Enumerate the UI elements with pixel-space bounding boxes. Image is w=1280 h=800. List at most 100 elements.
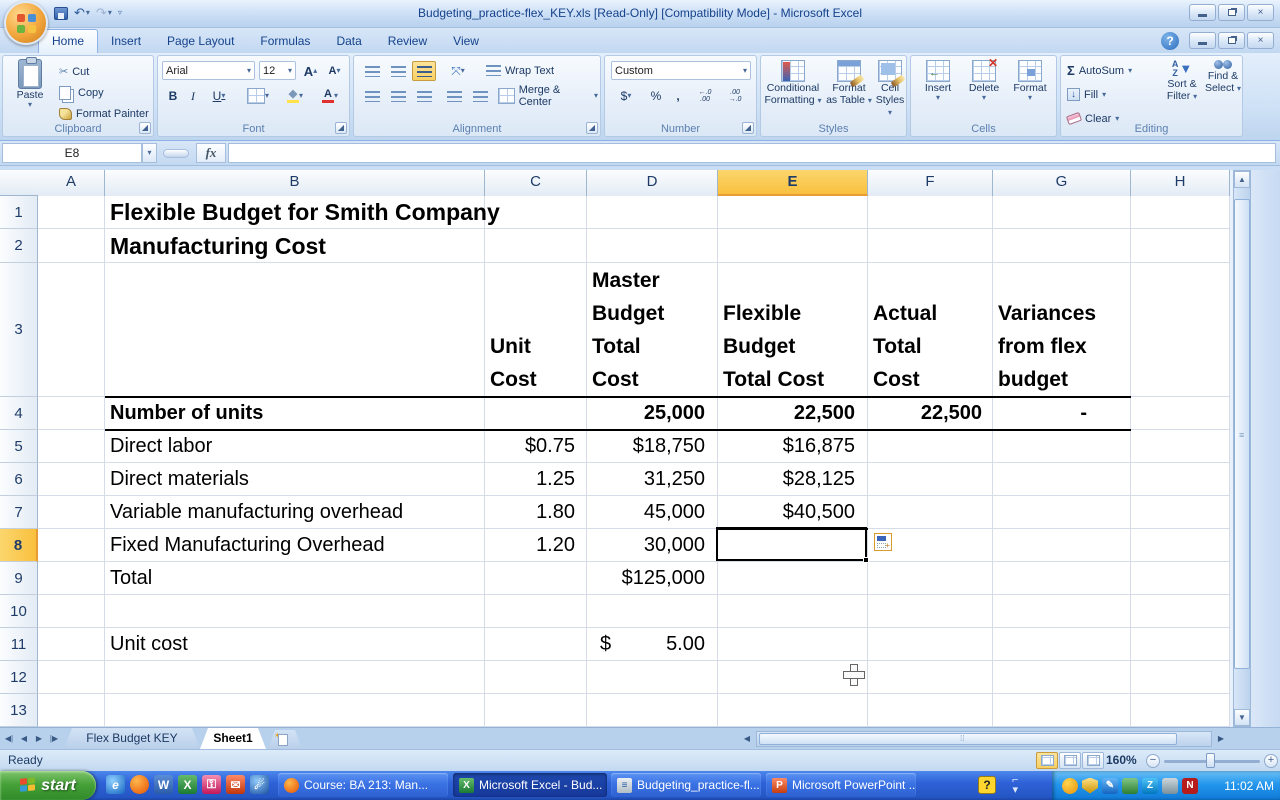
align-middle-button[interactable] [386,61,410,81]
tray-z-icon[interactable]: Z [1142,778,1158,794]
paste-options-smart-tag[interactable]: + [874,533,892,551]
word-icon[interactable]: W [154,775,173,794]
scroll-up-button[interactable]: ▲ [1234,171,1250,188]
cell-D7[interactable]: 45,000 [587,496,718,529]
row-header-5[interactable]: 5 [0,430,38,463]
col-header-D[interactable]: D [587,170,718,196]
cell-C8[interactable]: 1.20 [485,529,587,562]
row-header-10[interactable]: 10 [0,595,38,628]
row-header-13[interactable]: 13 [0,694,38,727]
cell-styles-button[interactable]: Cell Styles ▾ [873,60,907,118]
name-box-dropdown[interactable]: ▾ [142,143,157,163]
page-layout-view-button[interactable] [1059,752,1081,769]
workbook-restore-button[interactable] [1218,32,1245,49]
workbook-minimize-button[interactable] [1189,32,1216,49]
tab-page-layout[interactable]: Page Layout [154,30,247,53]
cell-C5[interactable]: $0.75 [485,430,587,463]
tab-data[interactable]: Data [323,30,374,53]
cell-B9[interactable]: Total [105,562,485,595]
hscroll-left-button[interactable]: ◀ [740,731,754,747]
vertical-scroll-thumb[interactable] [1234,199,1250,669]
bold-button[interactable]: B [164,86,182,106]
number-format-combo[interactable]: Custom▾ [611,61,751,80]
row-header-2[interactable]: 2 [0,229,38,263]
insert-worksheet-tab[interactable]: ✶ [268,730,302,749]
tray-clock-icon[interactable] [1062,778,1078,794]
wrap-text-button[interactable]: Wrap Text [484,61,556,80]
firefox-icon[interactable] [130,775,149,794]
percent-format-button[interactable]: % [645,86,667,106]
name-box[interactable]: E8 [2,143,142,163]
cell-B1[interactable]: Flexible Budget for Smith Company [105,196,485,229]
cell-C7[interactable]: 1.80 [485,496,587,529]
cell-E7[interactable]: $40,500 [718,496,868,529]
tray-volume-icon[interactable] [1162,778,1178,794]
tab-formulas[interactable]: Formulas [247,30,323,53]
cell-D4[interactable]: 25,000 [587,397,718,430]
sort-filter-button[interactable]: AZ ▼ Sort & Filter ▾ [1161,60,1203,102]
format-cells-button[interactable]: Format ▾ [1009,60,1051,102]
cell-D6[interactable]: 31,250 [587,463,718,496]
cell-F4[interactable]: 22,500 [868,397,993,430]
dialog-launcher-icon[interactable]: ◢ [742,122,754,134]
comma-format-button[interactable]: , [669,86,687,106]
cell-B11[interactable]: Unit cost [105,628,485,661]
align-right-button[interactable] [412,86,436,106]
dialog-launcher-icon[interactable]: ◢ [139,122,151,134]
help-icon[interactable]: ? [1161,32,1179,50]
row-header-12[interactable]: 12 [0,661,38,694]
zoom-in-button[interactable]: + [1264,754,1278,768]
decrease-font-button[interactable]: A▾ [323,61,346,81]
cell-E5[interactable]: $16,875 [718,430,868,463]
cell-C3[interactable]: UnitCost [485,263,587,397]
messenger-icon[interactable]: ☄ [250,775,269,794]
find-select-button[interactable]: Find & Select ▾ [1203,60,1243,94]
cell-E6[interactable]: $28,125 [718,463,868,496]
vertical-scrollbar[interactable]: ▲ ▼ [1233,170,1251,727]
excel-icon[interactable]: X [178,775,197,794]
keys-icon[interactable]: ⚿ [202,775,221,794]
italic-button[interactable]: I [184,86,202,106]
formula-input[interactable] [228,143,1276,163]
paste-button[interactable]: Paste ▾ [7,59,53,109]
tray-green-icon[interactable] [1122,778,1138,794]
internet-explorer-icon[interactable]: e [106,775,125,794]
help-tray-icon[interactable]: ? [978,776,996,794]
horizontal-scroll-thumb[interactable] [759,733,1177,745]
insert-function-button[interactable]: fx [196,143,226,163]
cell-D3[interactable]: MasterBudgetTotalCost [587,263,718,397]
sheet-tab-flex-budget-key[interactable]: Flex Budget KEY [64,728,200,749]
previous-sheet-button[interactable]: ◀ [17,731,31,747]
tray-n-icon[interactable]: N [1182,778,1198,794]
horizontal-scrollbar[interactable] [756,731,1212,747]
last-sheet-button[interactable]: |▶ [47,731,61,747]
format-as-table-button[interactable]: Format as Table ▾ [825,60,873,106]
tab-review[interactable]: Review [375,30,440,53]
scroll-down-button[interactable]: ▼ [1234,709,1250,726]
cut-button[interactable]: ✂ Cut [57,62,91,81]
align-left-button[interactable] [360,86,384,106]
cell-D11[interactable]: $5.00 [587,628,718,661]
restore-button[interactable] [1218,4,1245,21]
cell-D9[interactable]: $125,000 [587,562,718,595]
hscroll-right-button[interactable]: ▶ [1214,731,1228,747]
zoom-slider-thumb[interactable] [1206,753,1215,768]
row-header-9[interactable]: 9 [0,562,38,595]
cell-E4[interactable]: 22,500 [718,397,868,430]
outlook-icon[interactable]: ✉ [226,775,245,794]
row-header-11[interactable]: 11 [0,628,38,661]
increase-font-button[interactable]: A▴ [299,61,322,81]
delete-cells-button[interactable]: ✕ Delete ▾ [963,60,1005,102]
cell-B6[interactable]: Direct materials [105,463,485,496]
font-color-button[interactable]: A▾ [314,86,346,106]
cell-B8[interactable]: Fixed Manufacturing Overhead [105,529,485,562]
workbook-close-button[interactable]: × [1247,32,1274,49]
row-header-3[interactable]: 3 [0,263,38,397]
first-sheet-button[interactable]: ◀| [2,731,16,747]
col-header-H[interactable]: H [1131,170,1230,196]
currency-format-button[interactable]: $▾ [611,86,641,106]
fill-handle[interactable] [863,557,869,563]
cell-B5[interactable]: Direct labor [105,430,485,463]
decrease-indent-button[interactable] [442,86,466,106]
next-sheet-button[interactable]: ▶ [32,731,46,747]
